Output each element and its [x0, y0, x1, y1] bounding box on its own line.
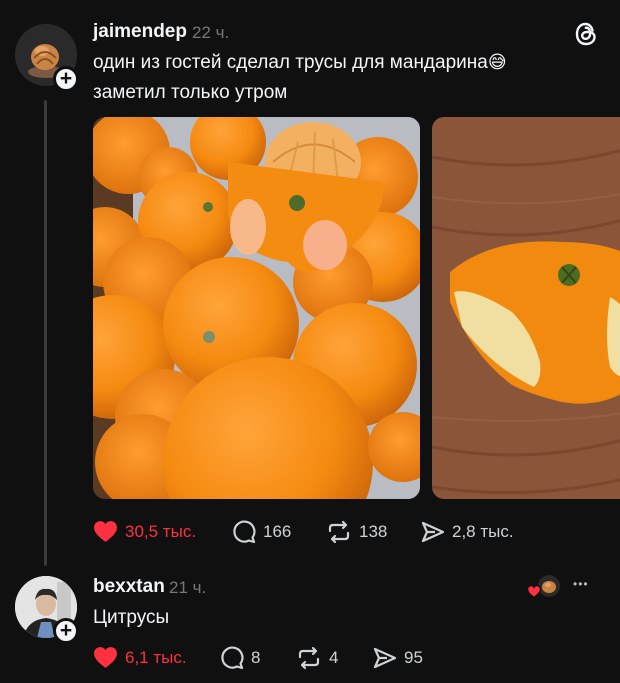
- post-repost-button[interactable]: 138: [326, 520, 387, 544]
- post-photo-tangerines-bowl[interactable]: [93, 117, 420, 499]
- reply-repost-count: 4: [329, 648, 339, 667]
- repost-icon: [326, 520, 352, 544]
- heart-icon: [93, 646, 118, 669]
- post-like-button[interactable]: 30,5 тыс.: [93, 520, 196, 543]
- share-icon: [373, 646, 397, 670]
- heart-icon: [93, 520, 118, 543]
- follow-plus-button[interactable]: +: [53, 66, 79, 92]
- author-mini-avatar: [538, 575, 560, 597]
- comment-icon: [232, 520, 256, 544]
- post-share-button[interactable]: 2,8 тыс.: [421, 520, 514, 544]
- reply-like-count: 6,1 тыс.: [125, 647, 187, 667]
- post-repost-count: 138: [359, 522, 388, 541]
- post-text-line-1: один из гостей сделал трусы для мандарин…: [93, 48, 507, 77]
- reply-text: Цитрусы: [93, 607, 170, 628]
- reply-follow-plus-button[interactable]: +: [53, 618, 79, 644]
- more-icon[interactable]: •••: [573, 577, 589, 591]
- comment-icon: [220, 646, 244, 670]
- heart-icon: [526, 585, 542, 603]
- threads-logo-icon[interactable]: [572, 20, 600, 48]
- reply-share-button[interactable]: 95: [373, 646, 423, 670]
- reply-share-count: 95: [404, 648, 423, 667]
- post-timestamp: 22 ч.: [192, 23, 230, 42]
- post-like-count: 30,5 тыс.: [125, 521, 197, 541]
- reply-username[interactable]: bexxtan: [93, 576, 165, 598]
- reply-reply-button[interactable]: 8: [220, 646, 260, 670]
- reply-repost-button[interactable]: 4: [296, 646, 338, 670]
- post-photo-peel-underwear[interactable]: [432, 117, 620, 499]
- reply-like-button[interactable]: 6,1 тыс.: [93, 646, 187, 669]
- reply-reply-count: 8: [251, 648, 261, 667]
- share-icon: [421, 520, 445, 544]
- sweat-smile-emoji: 😅: [487, 52, 507, 72]
- post-reply-button[interactable]: 166: [232, 520, 291, 544]
- post-reply-count: 166: [263, 522, 292, 541]
- reply-timestamp: 21 ч.: [169, 578, 207, 597]
- liked-by-author-indicator: [526, 575, 561, 599]
- post-text-line-1-content: один из гостей сделал трусы для мандарин…: [93, 52, 488, 73]
- post-share-count: 2,8 тыс.: [452, 522, 514, 541]
- thread-connector-line: [44, 100, 47, 566]
- post-text-line-2: заметил только утром: [93, 82, 288, 103]
- repost-icon: [296, 646, 322, 670]
- post-username[interactable]: jaimendep: [93, 21, 187, 43]
